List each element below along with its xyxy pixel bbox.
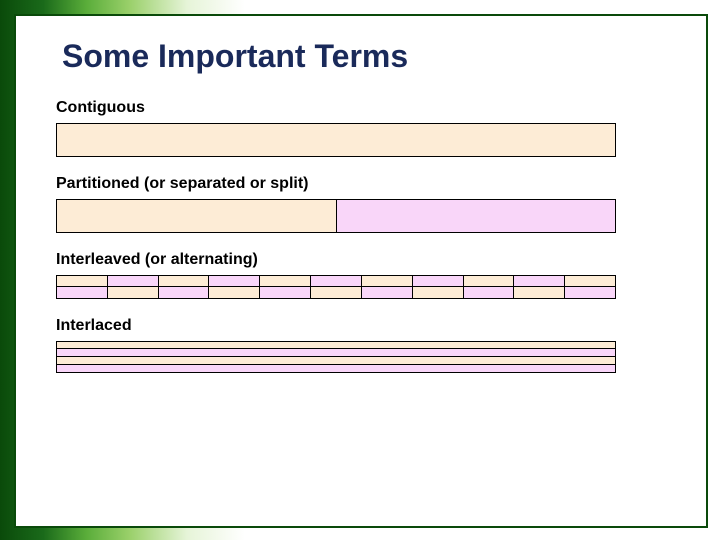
diagram-contiguous [56, 123, 616, 157]
term-label-interlaced: Interlaced [56, 317, 666, 335]
diagram-cell [513, 276, 564, 286]
slide-content-frame: Some Important Terms Contiguous Partitio… [14, 14, 708, 528]
diagram-interleaved-row [56, 275, 616, 287]
diagram-cell [564, 287, 615, 298]
diagram-cell [158, 276, 209, 286]
diagram-partitioned [56, 199, 616, 233]
slide-background: Some Important Terms Contiguous Partitio… [0, 0, 720, 540]
diagram-cell [57, 287, 107, 298]
diagram-cell [259, 287, 310, 298]
diagram-partitioned-right [337, 200, 616, 232]
diagram-interlaced-row [56, 365, 616, 373]
diagram-cell [564, 276, 615, 286]
diagram-cell [361, 287, 412, 298]
diagram-cell [412, 287, 463, 298]
diagram-cell [107, 287, 158, 298]
term-label-interleaved: Interleaved (or alternating) [56, 251, 666, 269]
diagram-interlaced [56, 341, 616, 373]
diagram-cell [463, 276, 514, 286]
diagram-interleaved [56, 275, 616, 299]
diagram-cell [107, 276, 158, 286]
diagram-cell [259, 276, 310, 286]
diagram-cell [208, 276, 259, 286]
term-label-partitioned: Partitioned (or separated or split) [56, 175, 666, 193]
diagram-cell [361, 276, 412, 286]
diagram-interlaced-row [56, 349, 616, 357]
diagram-interlaced-row [56, 357, 616, 365]
slide-title: Some Important Terms [56, 38, 666, 75]
diagram-interlaced-row [56, 341, 616, 349]
diagram-cell [412, 276, 463, 286]
diagram-cell [57, 276, 107, 286]
diagram-cell [513, 287, 564, 298]
diagram-cell [310, 287, 361, 298]
diagram-cell [208, 287, 259, 298]
diagram-cell [310, 276, 361, 286]
term-label-contiguous: Contiguous [56, 99, 666, 117]
diagram-interleaved-row [56, 287, 616, 299]
diagram-cell [463, 287, 514, 298]
diagram-partitioned-left [57, 200, 337, 232]
diagram-cell [158, 287, 209, 298]
